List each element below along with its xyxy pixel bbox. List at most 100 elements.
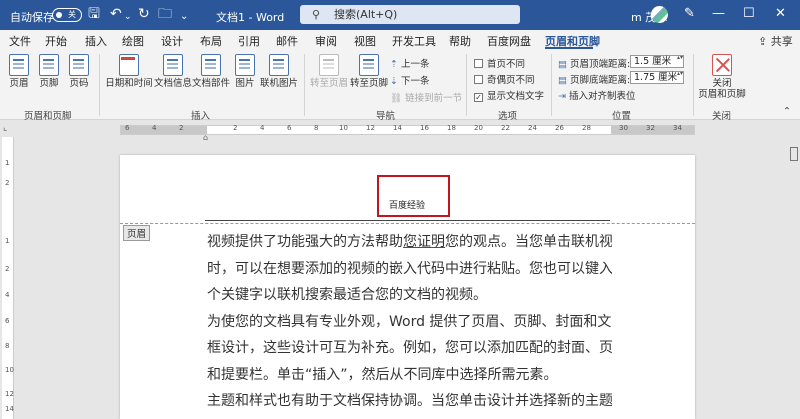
tab-help[interactable]: 帮助	[449, 33, 471, 49]
header-top-distance-text: 页眉顶端距离:	[570, 59, 631, 70]
checkbox-unchecked	[474, 75, 483, 84]
group-label-insert: 插入	[191, 111, 211, 122]
ruler-number: 14	[393, 124, 402, 132]
group-separator	[551, 54, 552, 116]
open-icon[interactable]: 🗀	[158, 6, 172, 22]
goto-header-label: 转至页眉	[309, 78, 348, 89]
footer-bottom-distance-input[interactable]: 1.75 厘米	[630, 71, 684, 84]
page-number-button[interactable]: 页码	[66, 54, 92, 89]
ruler-number: 4	[260, 124, 265, 132]
different-odd-even-checkbox[interactable]: 奇偶页不同	[474, 72, 535, 86]
header-button-label: 页眉	[9, 78, 29, 89]
ribbon-tabs: 文件 开始 插入 绘图 设计 布局 引用 邮件 审阅 视图 开发工具 帮助 百度…	[0, 30, 800, 50]
undo-dropdown-icon[interactable]: ⌄	[124, 9, 132, 25]
previous-icon: ⇡	[390, 59, 398, 70]
redo-icon[interactable]: ↻	[138, 6, 150, 22]
restore-button[interactable]: ☐	[743, 6, 755, 21]
ruler-number: 10	[339, 124, 348, 132]
doc-info-button[interactable]: 文档信息	[153, 54, 193, 89]
scrollbar-thumb[interactable]	[790, 147, 798, 161]
tab-developer[interactable]: 开发工具	[392, 33, 436, 49]
tab-mailings[interactable]: 邮件	[276, 33, 298, 49]
online-picture-icon	[269, 54, 289, 76]
document-body[interactable]: 视频提供了功能强大的方法帮助您证明您的观点。当您单击联机视频 时，可以在想要添加…	[207, 229, 612, 415]
header-button[interactable]: 页眉	[6, 54, 32, 89]
insert-alignment-tab-button[interactable]: ⇥ 插入对齐制表位	[558, 88, 636, 102]
ruler-number: 30	[619, 124, 628, 132]
alignment-tab-icon: ⇥	[558, 91, 566, 102]
picture-label: 图片	[235, 78, 255, 89]
vruler-number: 1	[5, 159, 10, 167]
ruler-number: 6	[287, 124, 292, 132]
indent-marker-icon[interactable]: ⌂	[203, 133, 208, 142]
online-picture-button[interactable]: 联机图片	[259, 54, 299, 89]
vruler-number: 8	[5, 342, 10, 350]
vruler-number: 14	[5, 405, 14, 413]
date-time-button[interactable]: 日期和时间	[104, 54, 154, 89]
avatar[interactable]	[651, 6, 668, 23]
tab-insert[interactable]: 插入	[85, 33, 107, 49]
insert-alignment-tab-label: 插入对齐制表位	[569, 91, 636, 102]
show-document-text-checkbox[interactable]: ✓ 显示文档文字	[474, 88, 544, 102]
save-icon[interactable]: 🖫	[88, 6, 100, 22]
picture-button[interactable]: 图片	[232, 54, 258, 89]
link-to-previous-label: 链接到前一节	[405, 93, 463, 104]
tab-review[interactable]: 审阅	[315, 33, 337, 49]
tab-draw[interactable]: 绘图	[122, 33, 144, 49]
pen-icon[interactable]: ✎	[684, 6, 695, 22]
close-window-button[interactable]: ✕	[775, 6, 786, 21]
group-label-options: 选项	[498, 111, 518, 122]
tab-baidu-netdisk[interactable]: 百度网盘	[487, 33, 531, 49]
next-label: 下一条	[401, 76, 430, 87]
close-header-footer-button[interactable]: 关闭 页眉和页脚	[697, 54, 747, 100]
tab-layout[interactable]: 布局	[200, 33, 222, 49]
vruler-number: 6	[5, 317, 10, 325]
previous-button[interactable]: ⇡ 上一条	[390, 56, 430, 70]
goto-header-icon	[319, 54, 339, 76]
header-top-distance-input[interactable]: 1.5 厘米	[630, 55, 684, 68]
search-box[interactable]: ⚲ 搜索(Alt+Q)	[300, 5, 520, 24]
picture-icon	[235, 54, 255, 76]
minimize-button[interactable]: —	[712, 6, 725, 21]
document-page[interactable]: 百度经验 页眉 视频提供了功能强大的方法帮助您证明您的观点。当您单击联机视频 时…	[120, 155, 695, 419]
tab-view[interactable]: 视图	[354, 33, 376, 49]
close-header-footer-label: 关闭 页眉和页脚	[698, 78, 746, 100]
footer-button-label: 页脚	[39, 78, 59, 89]
tab-references[interactable]: 引用	[238, 33, 260, 49]
body-text-segment: 您的观点。当您单击联机视频	[445, 234, 612, 250]
customize-toolbar-icon[interactable]: ⌄	[180, 9, 188, 25]
goto-footer-button[interactable]: 转至页脚	[349, 54, 389, 89]
body-line: 和提要栏。单击“插入”，然后从不同库中选择所需元素。	[207, 366, 558, 383]
next-button[interactable]: ⇣ 下一条	[390, 73, 430, 87]
doc-parts-icon	[201, 54, 221, 76]
ruler-number: 22	[501, 124, 510, 132]
footer-button[interactable]: 页脚	[36, 54, 62, 89]
title-bar: 自动保存 关 🖫 ↶ ⌄ ↻ 🗀 ⌄ 文档1 - Word ⚲ 搜索(Alt+Q…	[0, 0, 800, 30]
tab-selector-icon[interactable]: ⌞	[3, 123, 7, 133]
goto-footer-label: 转至页脚	[349, 78, 388, 89]
autosave-toggle[interactable]: 关	[52, 8, 82, 22]
doc-parts-button[interactable]: 文档部件	[191, 54, 231, 89]
footer-bottom-distance-label: ▤ 页脚底端距离:	[558, 72, 630, 86]
share-button[interactable]: ⇪ 共享	[758, 33, 793, 49]
horizontal-ruler-area: ⌞ 6 4 2 2 4 6 8 10 12 14 16 18 20 22 24 …	[0, 121, 800, 142]
tab-home[interactable]: 开始	[45, 33, 67, 49]
vertical-ruler[interactable]: 1 2 1 2 4 6 8 10 12 14	[2, 137, 14, 419]
doc-info-icon	[163, 54, 183, 76]
tab-design[interactable]: 设计	[161, 33, 183, 49]
vruler-number: 2	[5, 265, 10, 273]
different-first-page-checkbox[interactable]: 首页不同	[474, 56, 525, 70]
ruler-number: 2	[233, 124, 238, 132]
header-top-distance-label: ▤ 页眉顶端距离:	[558, 56, 630, 70]
previous-label: 上一条	[401, 59, 430, 70]
ruler-number: 12	[366, 124, 375, 132]
undo-icon[interactable]: ↶	[110, 6, 122, 22]
vruler-number: 10	[5, 366, 14, 374]
footer-bottom-distance-text: 页脚底端距离:	[570, 75, 631, 86]
link-to-previous-button[interactable]: ⛓ 链接到前一节	[390, 90, 462, 104]
collapse-ribbon-icon[interactable]: ⌃	[783, 106, 791, 117]
goto-header-button[interactable]: 转至页眉	[308, 54, 350, 89]
vertical-scrollbar[interactable]	[789, 137, 800, 419]
tab-file[interactable]: 文件	[9, 33, 31, 49]
group-separator	[693, 54, 694, 116]
